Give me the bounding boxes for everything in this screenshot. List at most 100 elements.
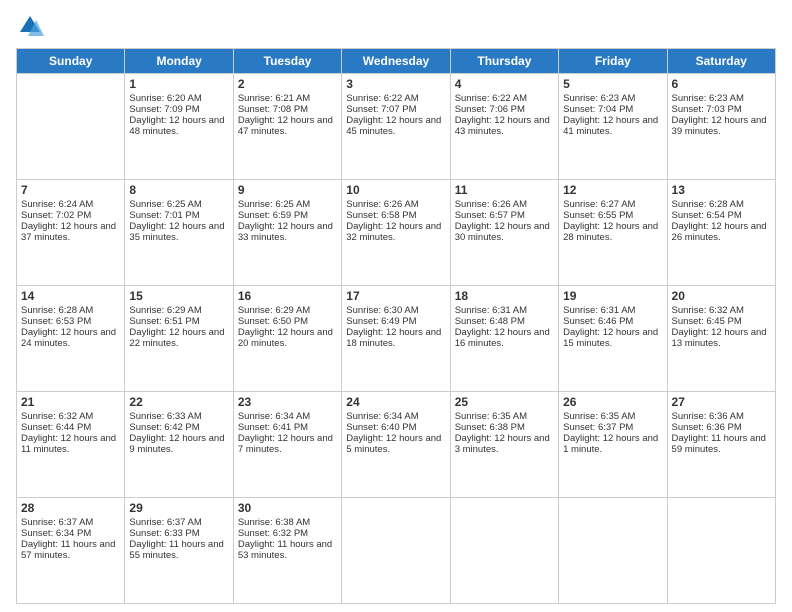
day-number: 26 <box>563 395 662 409</box>
daylight-text: Daylight: 12 hours and 41 minutes. <box>563 115 658 137</box>
calendar-cell: 29Sunrise: 6:37 AMSunset: 6:33 PMDayligh… <box>125 498 233 604</box>
daylight-text: Daylight: 12 hours and 11 minutes. <box>21 433 116 455</box>
daylight-text: Daylight: 12 hours and 32 minutes. <box>346 221 441 243</box>
sunset-text: Sunset: 6:50 PM <box>238 316 308 327</box>
sunrise-text: Sunrise: 6:22 AM <box>346 93 418 104</box>
daylight-text: Daylight: 12 hours and 3 minutes. <box>455 433 550 455</box>
calendar-cell: 5Sunrise: 6:23 AMSunset: 7:04 PMDaylight… <box>559 74 667 180</box>
logo <box>16 12 48 40</box>
sunrise-text: Sunrise: 6:24 AM <box>21 199 93 210</box>
calendar-cell: 20Sunrise: 6:32 AMSunset: 6:45 PMDayligh… <box>667 286 775 392</box>
day-number: 13 <box>672 183 771 197</box>
day-header-tuesday: Tuesday <box>233 49 341 74</box>
daylight-text: Daylight: 12 hours and 33 minutes. <box>238 221 333 243</box>
daylight-text: Daylight: 11 hours and 57 minutes. <box>21 539 115 561</box>
day-number: 29 <box>129 501 228 515</box>
sunset-text: Sunset: 6:51 PM <box>129 316 199 327</box>
calendar-week-row: 1Sunrise: 6:20 AMSunset: 7:09 PMDaylight… <box>17 74 776 180</box>
calendar-cell: 26Sunrise: 6:35 AMSunset: 6:37 PMDayligh… <box>559 392 667 498</box>
sunset-text: Sunset: 6:48 PM <box>455 316 525 327</box>
header <box>16 12 776 40</box>
sunrise-text: Sunrise: 6:26 AM <box>346 199 418 210</box>
daylight-text: Daylight: 11 hours and 53 minutes. <box>238 539 332 561</box>
sunset-text: Sunset: 6:46 PM <box>563 316 633 327</box>
daylight-text: Daylight: 12 hours and 48 minutes. <box>129 115 224 137</box>
daylight-text: Daylight: 12 hours and 37 minutes. <box>21 221 116 243</box>
sunrise-text: Sunrise: 6:21 AM <box>238 93 310 104</box>
sunrise-text: Sunrise: 6:34 AM <box>238 411 310 422</box>
sunset-text: Sunset: 6:34 PM <box>21 528 91 539</box>
calendar-cell: 19 Sunrise: 6:31 AMSunset: 6:46 PMDayligh… <box>559 286 667 392</box>
day-number: 18 <box>455 289 554 303</box>
calendar-cell <box>342 498 450 604</box>
day-number: 28 <box>21 501 120 515</box>
daylight-text: Daylight: 12 hours and 20 minutes. <box>238 327 333 349</box>
daylight-text: Daylight: 12 hours and 26 minutes. <box>672 221 767 243</box>
sunrise-text: Sunrise: 6:35 AM <box>455 411 527 422</box>
calendar-cell: 22Sunrise: 6:33 AMSunset: 6:42 PMDayligh… <box>125 392 233 498</box>
daylight-text: Daylight: 12 hours and 22 minutes. <box>129 327 224 349</box>
day-header-saturday: Saturday <box>667 49 775 74</box>
calendar-week-row: 21Sunrise: 6:32 AMSunset: 6:44 PMDayligh… <box>17 392 776 498</box>
sunrise-text: Sunrise: 6:38 AM <box>238 517 310 528</box>
sunset-text: Sunset: 6:40 PM <box>346 422 416 433</box>
sunset-text: Sunset: 6:53 PM <box>21 316 91 327</box>
day-number: 2 <box>238 77 337 91</box>
daylight-text: Daylight: 12 hours and 15 minutes. <box>563 327 658 349</box>
day-header-wednesday: Wednesday <box>342 49 450 74</box>
sunrise-text: Sunrise: 6:30 AM <box>346 305 418 316</box>
logo-icon <box>16 12 44 40</box>
sunrise-text: Sunrise: 6:26 AM <box>455 199 527 210</box>
daylight-text: Daylight: 12 hours and 13 minutes. <box>672 327 767 349</box>
day-number: 9 <box>238 183 337 197</box>
day-number: 24 <box>346 395 445 409</box>
day-number: 14 <box>21 289 120 303</box>
sunrise-text: Sunrise: 6:35 AM <box>563 411 635 422</box>
calendar-cell: 15Sunrise: 6:29 AMSunset: 6:51 PMDayligh… <box>125 286 233 392</box>
daylight-text: Daylight: 12 hours and 5 minutes. <box>346 433 441 455</box>
day-number: 30 <box>238 501 337 515</box>
sunset-text: Sunset: 6:36 PM <box>672 422 742 433</box>
day-number: 25 <box>455 395 554 409</box>
calendar-cell: 30 Sunrise: 6:38 AMSunset: 6:32 PMDayligh… <box>233 498 341 604</box>
sunrise-text: Sunrise: 6:28 AM <box>21 305 93 316</box>
sunrise-text: Sunrise: 6:29 AM <box>238 305 310 316</box>
day-number: 12 <box>563 183 662 197</box>
day-number: 6 <box>672 77 771 91</box>
day-number: 8 <box>129 183 228 197</box>
day-header-monday: Monday <box>125 49 233 74</box>
day-number: 15 <box>129 289 228 303</box>
daylight-text: Daylight: 12 hours and 47 minutes. <box>238 115 333 137</box>
sunset-text: Sunset: 6:49 PM <box>346 316 416 327</box>
sunset-text: Sunset: 7:03 PM <box>672 104 742 115</box>
day-header-friday: Friday <box>559 49 667 74</box>
calendar-cell: 6Sunrise: 6:23 AMSunset: 7:03 PMDaylight… <box>667 74 775 180</box>
daylight-text: Daylight: 12 hours and 9 minutes. <box>129 433 224 455</box>
sunset-text: Sunset: 6:41 PM <box>238 422 308 433</box>
sunset-text: Sunset: 6:42 PM <box>129 422 199 433</box>
daylight-text: Daylight: 12 hours and 7 minutes. <box>238 433 333 455</box>
calendar-cell: 28Sunrise: 6:37 AMSunset: 6:34 PMDayligh… <box>17 498 125 604</box>
sunset-text: Sunset: 7:04 PM <box>563 104 633 115</box>
sunrise-text: Sunrise: 6:32 AM <box>672 305 744 316</box>
calendar-table: SundayMondayTuesdayWednesdayThursdayFrid… <box>16 48 776 604</box>
day-header-thursday: Thursday <box>450 49 558 74</box>
calendar-cell: 25 Sunrise: 6:35 AMSunset: 6:38 PMDayligh… <box>450 392 558 498</box>
day-number: 11 <box>455 183 554 197</box>
sunrise-text: Sunrise: 6:25 AM <box>238 199 310 210</box>
sunset-text: Sunset: 6:45 PM <box>672 316 742 327</box>
day-number: 5 <box>563 77 662 91</box>
daylight-text: Daylight: 12 hours and 1 minute. <box>563 433 658 455</box>
sunrise-text: Sunrise: 6:31 AM <box>563 305 635 316</box>
calendar-cell: 14Sunrise: 6:28 AMSunset: 6:53 PMDayligh… <box>17 286 125 392</box>
calendar-week-row: 14 Sunrise: 6:28 AMSunset: 6:53 PM Dayligh… <box>17 286 776 392</box>
sunset-text: Sunset: 6:32 PM <box>238 528 308 539</box>
calendar-cell: 27Sunrise: 6:36 AMSunset: 6:36 PMDayligh… <box>667 392 775 498</box>
day-number: 22 <box>129 395 228 409</box>
daylight-text: Daylight: 11 hours and 55 minutes. <box>129 539 223 561</box>
calendar-cell: 24Sunrise: 6:34 AMSunset: 6:40 PMDayligh… <box>342 392 450 498</box>
sunset-text: Sunset: 6:59 PM <box>238 210 308 221</box>
calendar-cell: 10Sunrise: 6:26 AMSunset: 6:58 PMDayligh… <box>342 180 450 286</box>
sunset-text: Sunset: 6:38 PM <box>455 422 525 433</box>
day-number: 19 <box>563 289 662 303</box>
